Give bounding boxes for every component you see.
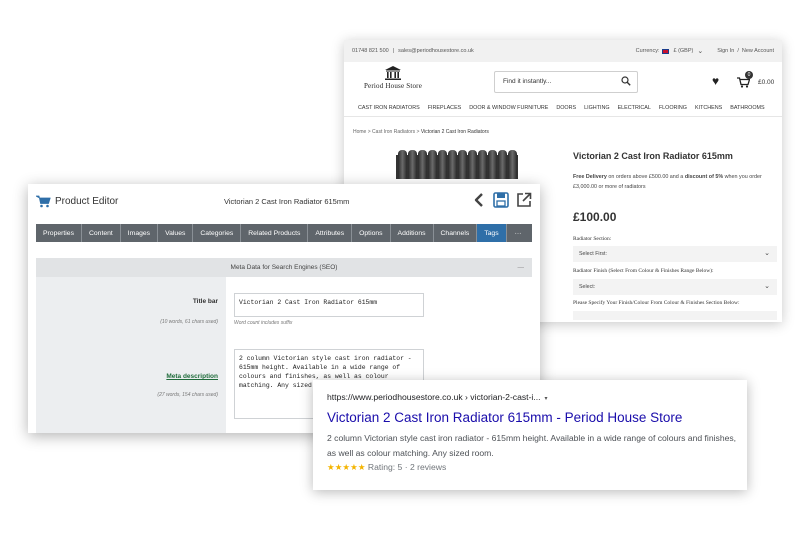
select-value: Select First: <box>579 251 607 257</box>
url-caret-icon[interactable]: ▾ <box>545 396 548 402</box>
seo-panel-header[interactable]: Meta Data for Search Engines (SEO) — <box>36 258 532 277</box>
tab-channels[interactable]: Channels <box>434 224 478 242</box>
save-icon[interactable] <box>493 192 509 208</box>
specify-finish-label: Please Specify Your Finish/Colour From C… <box>573 300 740 306</box>
back-arrow-icon[interactable] <box>472 192 486 208</box>
open-external-icon[interactable] <box>516 192 532 208</box>
editor-product-name: Victorian 2 Cast Iron Radiator 615mm <box>224 197 350 206</box>
nav-item-kitchens[interactable]: KITCHENS <box>695 105 722 111</box>
breadcrumb: Home > Cast Iron Radiators > Victorian 2… <box>353 129 489 135</box>
tab-more[interactable]: ··· <box>507 224 530 242</box>
chevron-down-icon: ⌄ <box>697 48 704 55</box>
uk-flag-icon <box>662 48 670 54</box>
rating-text: Rating: 5 · 2 reviews <box>367 462 447 472</box>
tab-additions[interactable]: Additions <box>391 224 434 242</box>
tab-content[interactable]: Content <box>82 224 121 242</box>
editor-tabs: Properties Content Images Values Categor… <box>36 224 532 242</box>
logo-text: Period House Store <box>363 82 423 90</box>
nav-item-door-window-furniture[interactable]: DOOR & WINDOW FURNITURE <box>469 105 548 111</box>
breadcrumb-cast-iron-radiators[interactable]: Cast Iron Radiators <box>372 129 415 135</box>
cart-button[interactable]: 0 <box>737 71 753 93</box>
tab-images[interactable]: Images <box>121 224 159 242</box>
chevron-down-icon: ⌄ <box>764 250 770 257</box>
nav-item-doors[interactable]: DOORS <box>556 105 576 111</box>
delivery-text: on orders above £500.00 and a <box>606 174 685 180</box>
house-logo-icon <box>385 66 401 80</box>
nav-item-fireplaces[interactable]: FIREPLACES <box>428 105 462 111</box>
cart-total: £0.00 <box>758 79 775 86</box>
shop-header: Period House Store Find it instantly... … <box>344 62 782 100</box>
currency-label: Currency: <box>635 48 660 54</box>
cart-count-badge: 0 <box>745 71 753 79</box>
breadcrumb-current: Victorian 2 Cast Iron Radiators <box>420 129 489 135</box>
product-title: Victorian 2 Cast Iron Radiator 615mm <box>573 151 733 161</box>
collapse-icon[interactable]: — <box>518 258 525 277</box>
meta-description-label: Meta description <box>166 373 218 380</box>
editor-toolbar <box>472 192 532 208</box>
shop-topbar: 01748 821 500 | sales@periodhousestore.c… <box>344 40 782 62</box>
shop-email[interactable]: sales@periodhousestore.co.uk <box>398 48 474 54</box>
currency-select[interactable]: £ (GBP) <box>673 48 693 54</box>
radiator-section-select[interactable]: Select First: ⌄ <box>573 246 777 262</box>
result-rating: ★★★★★ Rating: 5 · 2 reviews <box>327 462 446 473</box>
result-title-link[interactable]: Victorian 2 Cast Iron Radiator 615mm - P… <box>327 410 682 425</box>
editor-app-title: Product Editor <box>55 196 119 207</box>
rating-stars-icon: ★★★★★ <box>327 462 366 472</box>
delivery-info: Free Delivery on orders above £500.00 an… <box>573 172 773 192</box>
meta-description-link[interactable]: Meta description <box>166 373 218 380</box>
shop-nav: CAST IRON RADIATORS FIREPLACES DOOR & WI… <box>344 100 782 117</box>
product-price: £100.00 <box>573 210 617 224</box>
title-bar-count: (10 words, 61 chars used) <box>160 319 218 325</box>
radiator-section-label: Radiator Section: <box>573 236 612 242</box>
tab-attributes[interactable]: Attributes <box>308 224 353 242</box>
nav-item-flooring[interactable]: FLOORING <box>659 105 687 111</box>
account-separator: / <box>737 48 739 54</box>
tab-tags[interactable]: Tags <box>477 224 507 242</box>
word-count-hint: Word count includes suffix <box>234 320 293 326</box>
radiator-product-image <box>396 150 518 179</box>
sign-in-link[interactable]: Sign In <box>717 48 734 54</box>
select-value: Select: <box>579 284 596 290</box>
shop-logo[interactable]: Period House Store <box>358 66 428 90</box>
tab-values[interactable]: Values <box>158 224 194 242</box>
title-bar-label: Title bar <box>192 298 218 305</box>
breadcrumb-separator: > <box>416 129 420 135</box>
tab-categories[interactable]: Categories <box>193 224 242 242</box>
breadcrumb-home[interactable]: Home <box>353 129 366 135</box>
cart-logo-icon <box>36 195 51 208</box>
breadcrumb-separator: > <box>367 129 371 135</box>
nav-item-bathrooms[interactable]: BATHROOMS <box>730 105 764 111</box>
free-delivery-text: Free Delivery <box>573 174 607 180</box>
tab-related-products[interactable]: Related Products <box>241 224 309 242</box>
shop-search-input[interactable]: Find it instantly... <box>494 71 638 93</box>
shop-phone: 01748 821 500 <box>352 48 389 54</box>
specify-finish-input[interactable] <box>573 311 777 320</box>
result-url[interactable]: https://www.periodhousestore.co.uk › vic… <box>327 392 548 402</box>
wishlist-heart-icon[interactable]: ♥ <box>712 75 719 87</box>
discount-text: discount of 5% <box>684 174 724 180</box>
seo-labels-column: Title bar (10 words, 61 chars used) Meta… <box>36 277 226 433</box>
radiator-finish-select[interactable]: Select: ⌄ <box>573 279 777 295</box>
title-bar-textarea[interactable]: Victorian 2 Cast Iron Radiator 615mm <box>234 293 424 317</box>
new-account-link[interactable]: New Account <box>742 48 774 54</box>
result-description: 2 column Victorian style cast iron radia… <box>327 433 737 458</box>
topbar-separator: | <box>392 48 395 54</box>
result-url-text: https://www.periodhousestore.co.uk › vic… <box>327 392 541 402</box>
search-icon[interactable] <box>621 76 631 86</box>
radiator-finish-label: Radiator Finish (Select From Colour & Fi… <box>573 268 714 274</box>
tab-options[interactable]: Options <box>352 224 391 242</box>
seo-panel-title: Meta Data for Search Engines (SEO) <box>230 264 338 271</box>
meta-description-count: (27 words, 154 chars used) <box>157 392 218 398</box>
nav-item-cast-iron-radiators[interactable]: CAST IRON RADIATORS <box>358 105 420 111</box>
search-placeholder: Find it instantly... <box>503 78 552 85</box>
nav-item-electrical[interactable]: ELECTRICAL <box>618 105 651 111</box>
nav-item-lighting[interactable]: LIGHTING <box>584 105 609 111</box>
tab-properties[interactable]: Properties <box>36 224 82 242</box>
editor-header: Product Editor Victorian 2 Cast Iron Rad… <box>28 184 540 220</box>
chevron-down-icon: ⌄ <box>764 283 770 290</box>
search-result-snippet: https://www.periodhousestore.co.uk › vic… <box>313 380 747 490</box>
